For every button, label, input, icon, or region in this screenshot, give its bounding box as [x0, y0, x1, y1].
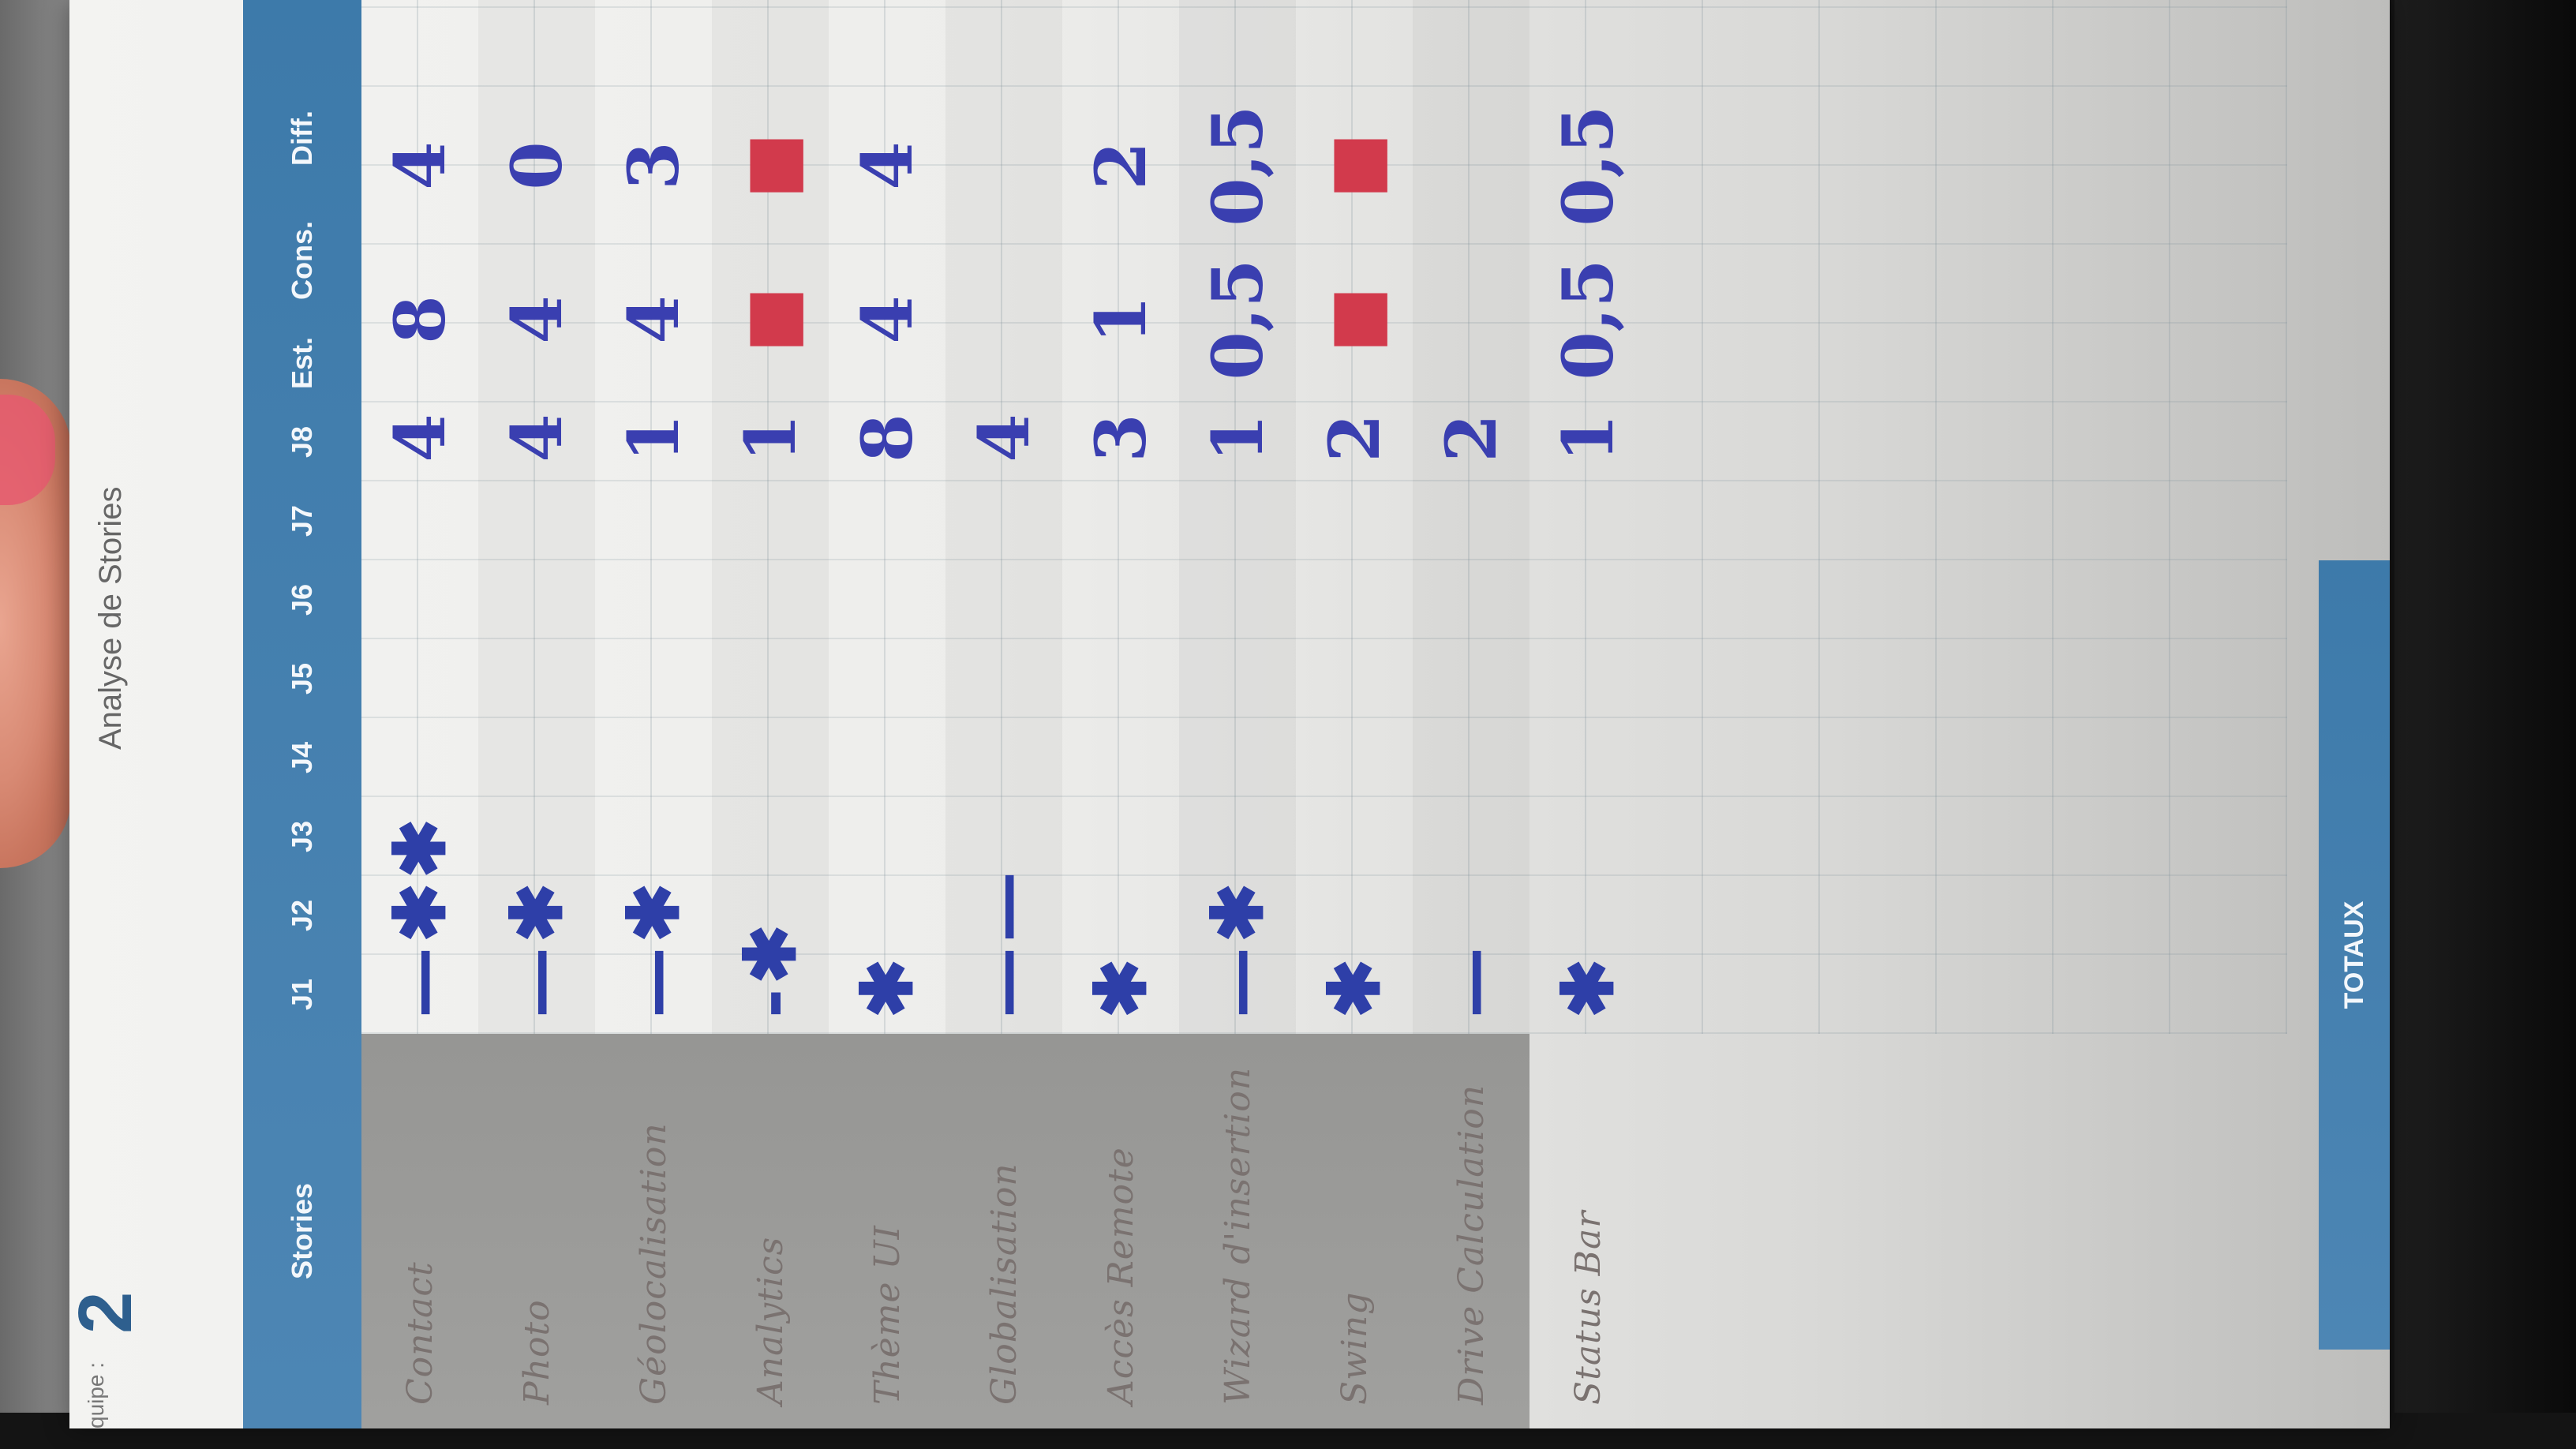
story-name: Status Bar: [1567, 1210, 1608, 1405]
table-header: Stories J1 J2 J3 J4 J5 J6 J7 J8 Est. Cons. Diff.: [243, 0, 361, 1428]
table-row: Wizard d'insertion —✱ 1 0,5 0,5: [1179, 0, 1296, 1428]
difference-value: [1413, 95, 1530, 237]
estimate-value: 2: [1313, 414, 1395, 462]
team-number: 2: [63, 1291, 148, 1334]
estimate-value: 4: [963, 414, 1045, 462]
header-diff: Diff.: [286, 110, 318, 166]
estimate-value: 4: [496, 414, 578, 462]
consumed-value: ■: [1313, 286, 1395, 353]
difference-value: 0,5: [1547, 105, 1629, 227]
table-row: Drive Calculation — 2: [1413, 0, 1530, 1428]
consumed-value: 0,5: [1196, 259, 1279, 380]
table-row: Contact —✱✱ 4 8 4: [361, 0, 478, 1428]
day-marks: ✱: [1312, 953, 1396, 1018]
consumed-value: 4: [496, 295, 578, 344]
paper-sheet: quipe : 2 Analyse de Stories Stories J1 J2…: [63, 0, 2390, 1428]
team-label: quipe :: [84, 1361, 108, 1428]
header-j6: J6: [286, 583, 318, 616]
table-row: Globalisation —— 4: [945, 0, 1062, 1428]
header-j1: J1: [286, 978, 318, 1011]
table-row: Analytics -✱ 1 ■ ■: [712, 0, 829, 1428]
difference-value: 4: [379, 141, 461, 190]
header-stories: Stories: [286, 1182, 318, 1280]
estimate-value: 1: [1196, 414, 1279, 462]
estimate-value: 8: [846, 414, 928, 462]
day-marks: —✱✱: [378, 814, 462, 1018]
story-name: Drive Calculation: [1451, 1084, 1492, 1405]
difference-value: 0: [496, 141, 578, 190]
difference-value: 3: [612, 141, 695, 190]
estimate-value: 3: [1080, 414, 1162, 462]
table-row: Géolocalisation —✱ 1 4 3: [595, 0, 712, 1428]
day-marks: —✱: [495, 878, 578, 1018]
estimate-value: 1: [1547, 414, 1629, 462]
difference-value: 2: [1080, 141, 1162, 190]
difference-value: [945, 95, 1062, 237]
story-name: Contact: [399, 1261, 440, 1405]
header-j5: J5: [286, 662, 318, 695]
consumed-value: 0,5: [1547, 259, 1629, 380]
header-j4: J4: [286, 741, 318, 774]
totals-bar: TOTAUX: [2319, 560, 2390, 1350]
header-j3: J3: [286, 820, 318, 853]
consumed-value: ■: [729, 286, 811, 353]
header-est: Est.: [286, 336, 318, 390]
consumed-value: [1413, 276, 1530, 363]
story-name: Globalisation: [983, 1163, 1024, 1405]
story-name: Thème UI: [867, 1225, 908, 1405]
consumed-value: [945, 276, 1062, 363]
difference-value: ■: [729, 133, 811, 199]
sheet-content: quipe : 2 Analyse de Stories Stories J1 J2…: [63, 0, 2390, 1428]
consumed-value: 8: [379, 295, 461, 344]
difference-value: 4: [846, 141, 928, 190]
table-row: Status Bar ✱ 1 0,5 0,5: [1530, 0, 1646, 1428]
story-name: Swing: [1334, 1291, 1375, 1405]
table-body: Contact —✱✱ 4 8 4 Photo —✱ 4 4 0 Géolocalisation —✱…: [361, 0, 2287, 1428]
header-j2: J2: [286, 899, 318, 932]
photo-scene: quipe : 2 Analyse de Stories Stories J1 J2…: [0, 0, 2576, 1449]
day-marks: —✱: [612, 878, 695, 1018]
estimate-value: 2: [1430, 414, 1512, 462]
table-row: Accès Remote ✱ 3 1 2: [1062, 0, 1179, 1428]
estimate-value: 1: [612, 414, 695, 462]
day-marks: ✱: [1546, 953, 1630, 1018]
story-name: Géolocalisation: [633, 1122, 674, 1405]
day-marks: ——: [962, 867, 1046, 1018]
day-marks: ✱: [1079, 953, 1163, 1018]
table-row: Swing ✱ 2 ■ ■: [1296, 0, 1413, 1428]
header-cons: Cons.: [286, 221, 318, 301]
header-j8: J8: [286, 425, 318, 459]
consumed-value: 4: [612, 295, 695, 344]
difference-value: 0,5: [1196, 105, 1279, 227]
story-name: Analytics: [750, 1236, 791, 1405]
table-row: Photo —✱ 4 4 0: [478, 0, 595, 1428]
story-name: Accès Remote: [1100, 1147, 1141, 1405]
header-j7: J7: [286, 504, 318, 537]
day-marks: ✱: [845, 953, 929, 1018]
day-marks: -✱: [728, 919, 812, 1018]
story-name: Wizard d'insertion: [1217, 1066, 1258, 1405]
estimate-value: 4: [379, 414, 461, 462]
consumed-value: 4: [846, 295, 928, 344]
story-name: Photo: [516, 1299, 557, 1405]
difference-value: ■: [1313, 133, 1395, 199]
table-row: Thème UI ✱ 8 4 4: [829, 0, 945, 1428]
background-dark-area: [2394, 0, 2576, 1449]
estimate-value: 1: [729, 414, 811, 462]
consumed-value: 1: [1080, 295, 1162, 344]
sheet-title: Analyse de Stories: [93, 486, 128, 750]
day-marks: —: [1429, 942, 1513, 1018]
day-marks: —✱: [1196, 878, 1279, 1018]
